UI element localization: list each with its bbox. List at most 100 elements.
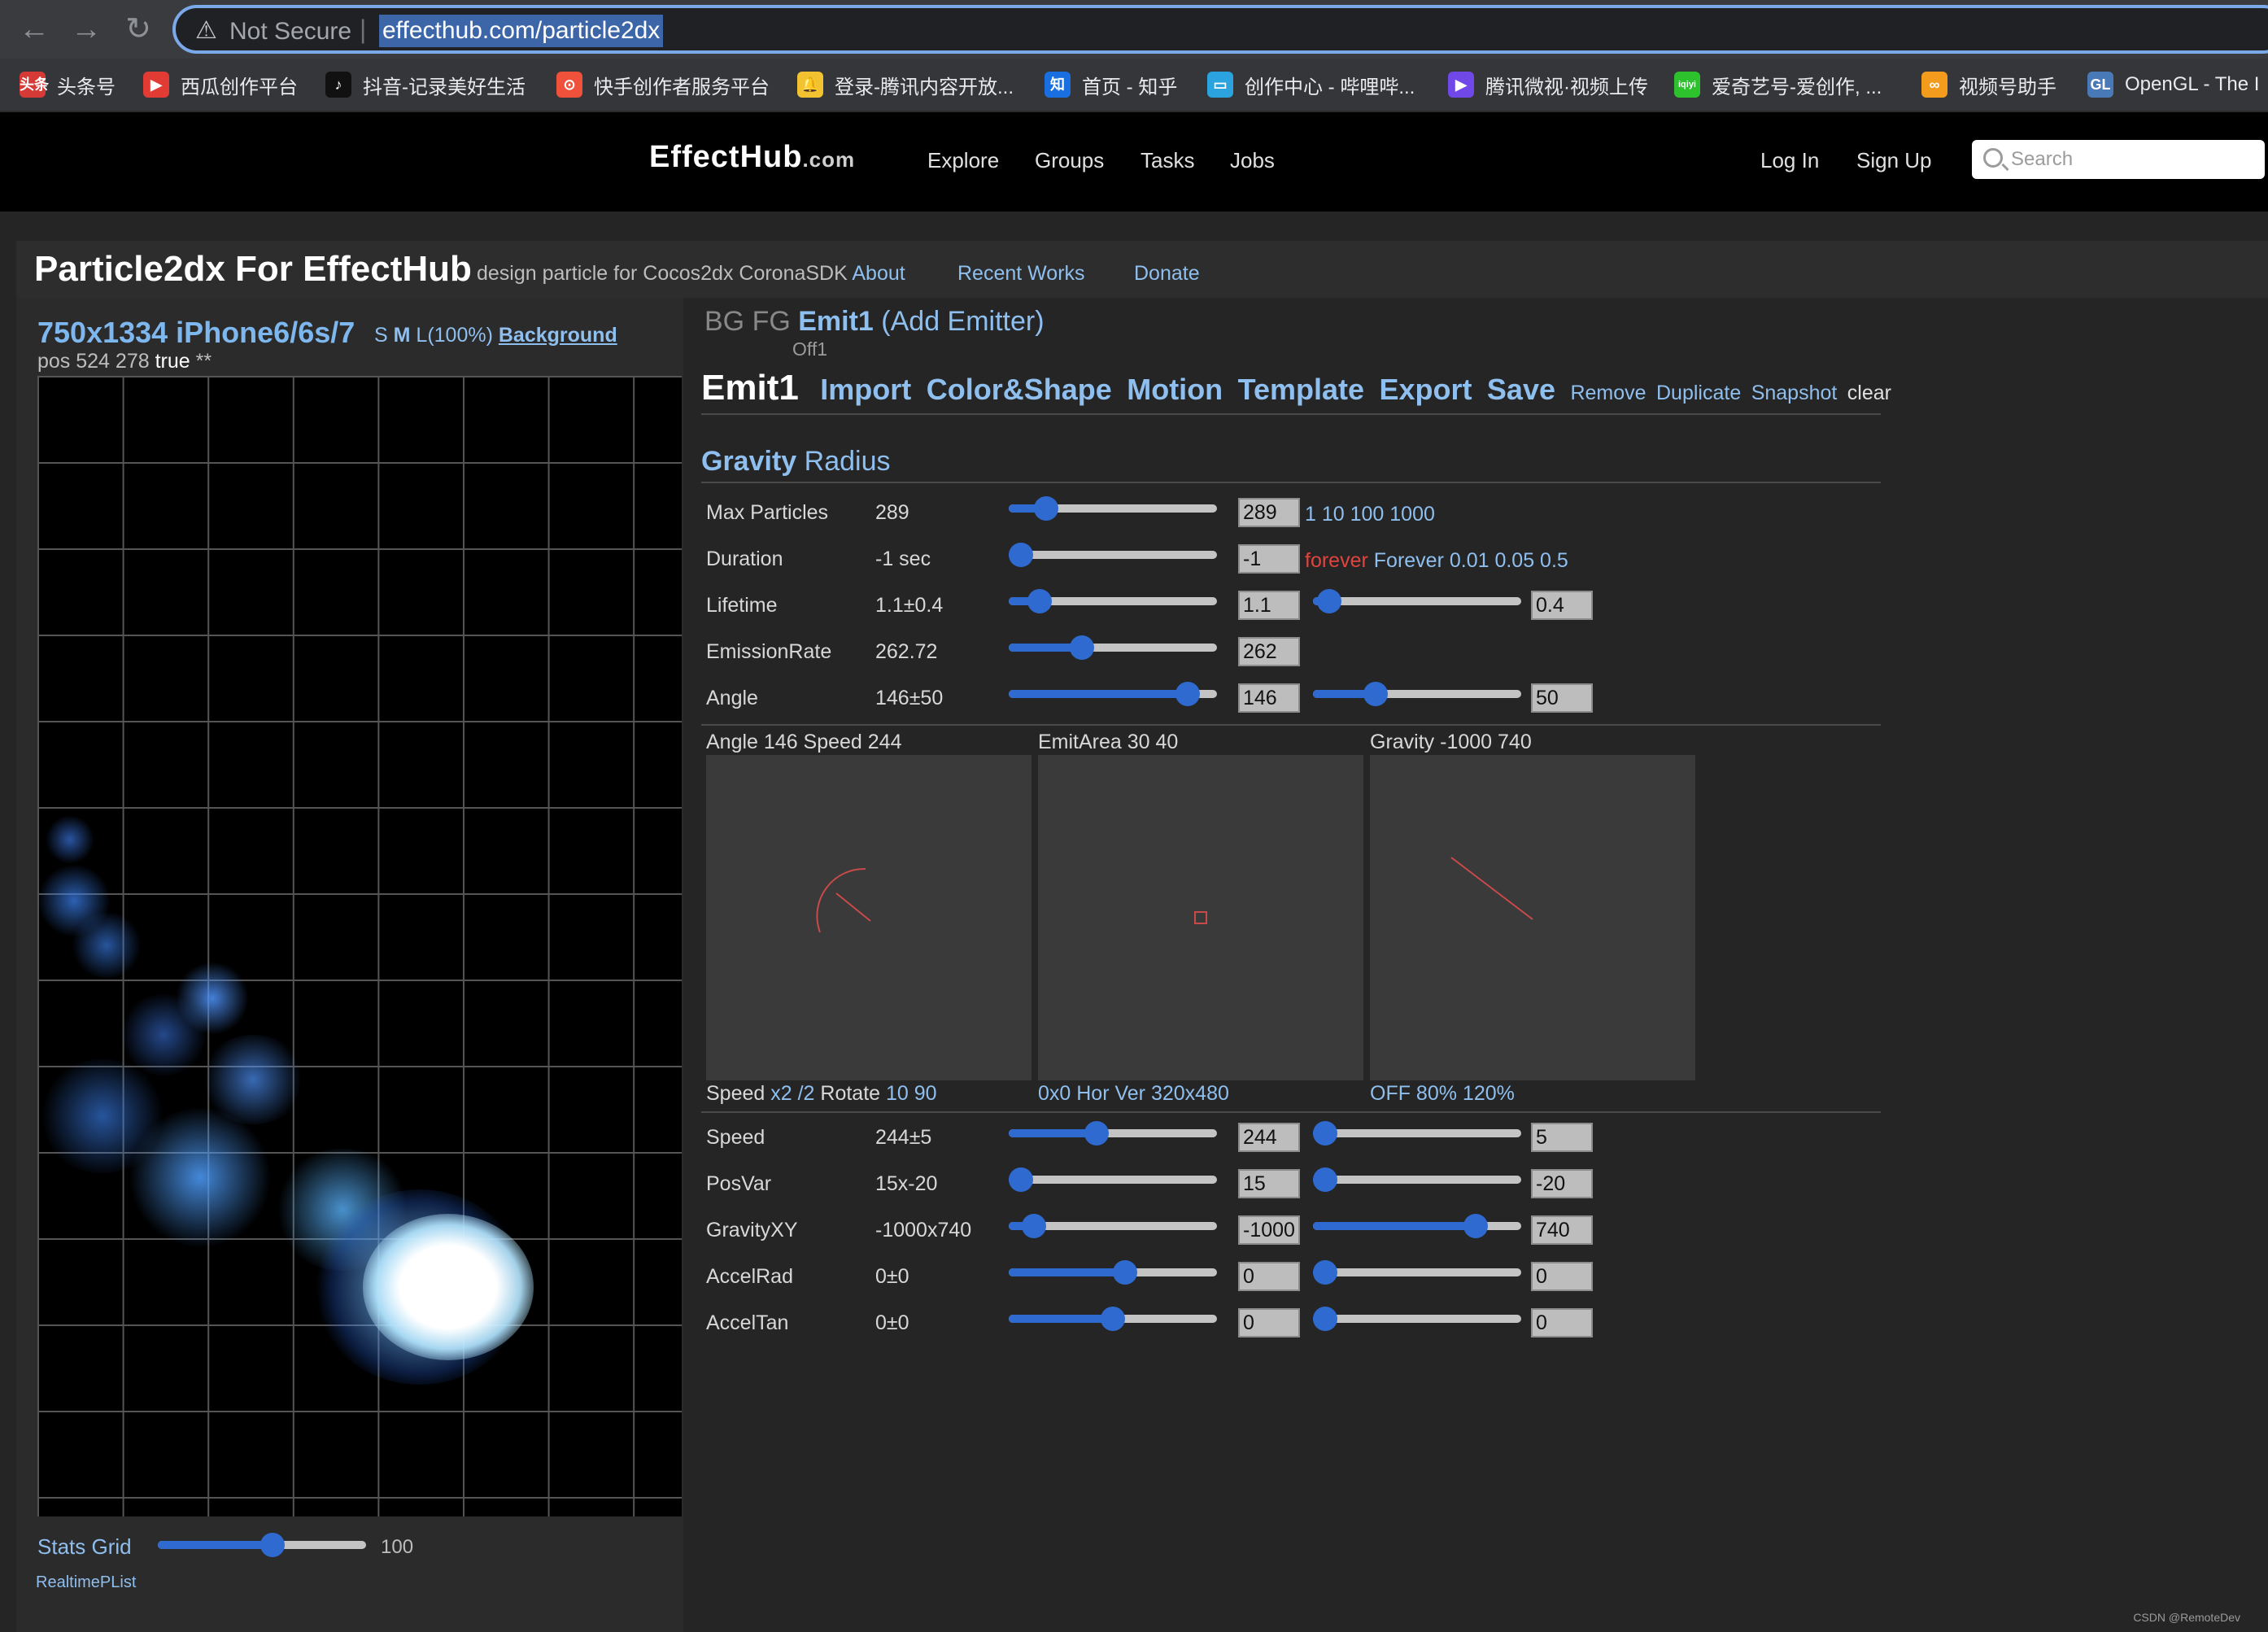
radius-mode-link[interactable]: Radius xyxy=(805,446,891,477)
acceltan-variance-slider[interactable] xyxy=(1313,1307,1521,1331)
size-s-link[interactable]: S xyxy=(374,324,388,347)
slider-knob[interactable] xyxy=(1313,1307,1338,1331)
slider-knob[interactable] xyxy=(1009,1167,1034,1192)
slider-knob[interactable] xyxy=(1317,589,1342,613)
duration-preset-links[interactable]: Forever 0.01 0.05 0.5 xyxy=(1374,549,1568,572)
nav-jobs[interactable]: Jobs xyxy=(1230,148,1275,173)
lifetime-slider[interactable] xyxy=(1009,589,1217,613)
max-particles-preset-links[interactable]: 1 10 100 1000 xyxy=(1305,503,1435,526)
slider-knob[interactable] xyxy=(1313,1167,1338,1192)
nav-groups[interactable]: Groups xyxy=(1035,148,1104,173)
device-size-label[interactable]: 750x1334 iPhone6/6s/7 xyxy=(37,316,355,350)
tab-bg[interactable]: BG xyxy=(704,306,744,337)
speed-slider[interactable] xyxy=(1009,1121,1217,1145)
slider-knob[interactable] xyxy=(1034,496,1059,521)
slider-knob[interactable] xyxy=(1021,1214,1046,1238)
acceltan-slider[interactable] xyxy=(1009,1307,1217,1331)
posvar-variance-input[interactable]: -20 xyxy=(1531,1169,1593,1198)
slider-knob[interactable] xyxy=(1069,635,1094,660)
reload-icon[interactable]: ↻ xyxy=(119,10,158,49)
angle-variance-input[interactable]: 50 xyxy=(1531,683,1593,713)
particle-preview-canvas[interactable] xyxy=(37,376,682,1516)
login-link[interactable]: Log In xyxy=(1760,148,1819,173)
angle-input[interactable]: 146 xyxy=(1238,683,1300,713)
slider-knob[interactable] xyxy=(1101,1307,1125,1331)
emissionrate-slider[interactable] xyxy=(1009,635,1217,660)
url-text[interactable]: effecthub.com/particle2dx xyxy=(379,15,664,47)
bookmark-item[interactable]: ▭ 创作中心 - 哔哩哔... xyxy=(1207,70,1415,99)
speed-variance-input[interactable]: 5 xyxy=(1531,1123,1593,1152)
tab-fg[interactable]: FG xyxy=(752,306,791,337)
gravityxy-variance-slider[interactable] xyxy=(1313,1214,1521,1238)
slider-knob[interactable] xyxy=(1009,543,1033,567)
duration-input[interactable]: -1 xyxy=(1238,544,1300,574)
bookmark-item[interactable]: iqiyi 爱奇艺号-爱创作, ... xyxy=(1674,70,1882,99)
add-emitter-link[interactable]: (Add Emitter) xyxy=(881,306,1044,337)
signup-link[interactable]: Sign Up xyxy=(1856,148,1932,173)
slider-knob[interactable] xyxy=(1113,1260,1138,1285)
clear-link[interactable]: clear xyxy=(1847,382,1891,405)
template-tab[interactable]: Template xyxy=(1238,373,1364,407)
stats-grid-slider[interactable] xyxy=(158,1533,366,1557)
realtime-plist-link[interactable]: RealtimePList xyxy=(36,1573,136,1592)
lifetime-variance-input[interactable]: 0.4 xyxy=(1531,591,1593,620)
bookmark-item[interactable]: GL OpenGL - The I xyxy=(2087,70,2259,99)
rotate-links[interactable]: 10 90 xyxy=(886,1082,937,1105)
snapshot-link[interactable]: Snapshot xyxy=(1751,382,1838,405)
slider-knob[interactable] xyxy=(1363,682,1388,706)
speed-multiplier-links[interactable]: x2 /2 xyxy=(770,1082,814,1105)
max-particles-slider[interactable] xyxy=(1009,496,1217,521)
address-bar[interactable]: ⚠ Not Secure | effecthub.com/particle2dx xyxy=(172,5,2268,54)
effecthub-logo[interactable]: EffectHub.com xyxy=(649,140,855,175)
bookmark-item[interactable]: ♪ 抖音-记录美好生活 xyxy=(325,70,526,99)
posvar-slider[interactable] xyxy=(1009,1167,1217,1192)
posvar-input[interactable]: 15 xyxy=(1238,1169,1300,1198)
slider-knob[interactable] xyxy=(1027,589,1053,613)
back-arrow-icon[interactable]: ← xyxy=(15,10,54,49)
slider-knob[interactable] xyxy=(1313,1121,1338,1145)
speed-input[interactable]: 244 xyxy=(1238,1123,1300,1152)
slider-knob[interactable] xyxy=(260,1533,285,1557)
accelrad-variance-input[interactable]: 0 xyxy=(1531,1262,1593,1291)
tab-emit1[interactable]: Emit1 xyxy=(798,306,874,337)
gravity-presets[interactable]: OFF 80% 120% xyxy=(1370,1082,1515,1105)
slider-knob[interactable] xyxy=(1175,682,1201,706)
accelrad-input[interactable]: 0 xyxy=(1238,1262,1300,1291)
bookmark-item[interactable]: ▶ 腾讯微视·视频上传 xyxy=(1448,70,1648,99)
gravityxy-input[interactable]: -1000 xyxy=(1238,1215,1300,1245)
gravityxy-slider[interactable] xyxy=(1009,1214,1217,1238)
nav-tasks[interactable]: Tasks xyxy=(1141,148,1194,173)
slider-knob[interactable] xyxy=(1084,1121,1109,1145)
search-input[interactable] xyxy=(2011,145,2255,174)
bookmark-item[interactable]: 头条 头条号 xyxy=(20,70,116,99)
color-shape-tab[interactable]: Color&Shape xyxy=(927,373,1112,407)
accelrad-slider[interactable] xyxy=(1009,1260,1217,1285)
posvar-variance-slider[interactable] xyxy=(1313,1167,1521,1192)
forever-preset-link[interactable]: forever xyxy=(1305,549,1368,572)
angle-slider[interactable] xyxy=(1009,682,1217,706)
speed-variance-slider[interactable] xyxy=(1313,1121,1521,1145)
motion-tab[interactable]: Motion xyxy=(1127,373,1223,407)
gravity-mode-link[interactable]: Gravity xyxy=(701,446,796,477)
bookmark-item[interactable]: ⊙ 快手创作者服务平台 xyxy=(556,70,770,99)
slider-knob[interactable] xyxy=(1313,1260,1338,1285)
acceltan-variance-input[interactable]: 0 xyxy=(1531,1308,1593,1337)
duration-slider[interactable] xyxy=(1009,543,1217,567)
angle-speed-pad[interactable] xyxy=(706,755,1032,1080)
donate-link[interactable]: Donate xyxy=(1134,262,1200,286)
export-tab[interactable]: Export xyxy=(1379,373,1472,407)
size-m-link[interactable]: M xyxy=(394,324,411,347)
background-link[interactable]: Background xyxy=(499,324,617,347)
slider-knob[interactable] xyxy=(1463,1214,1488,1238)
nav-explore[interactable]: Explore xyxy=(927,148,999,173)
accelrad-variance-slider[interactable] xyxy=(1313,1260,1521,1285)
remove-link[interactable]: Remove xyxy=(1570,382,1646,405)
import-tab[interactable]: Import xyxy=(820,373,911,407)
lifetime-input[interactable]: 1.1 xyxy=(1238,591,1300,620)
bookmark-item[interactable]: ▶ 西瓜创作平台 xyxy=(143,70,298,99)
save-tab[interactable]: Save xyxy=(1487,373,1555,407)
emit-area-pad[interactable] xyxy=(1038,755,1363,1080)
emitter-off-toggle[interactable]: Off1 xyxy=(792,338,827,360)
recent-works-link[interactable]: Recent Works xyxy=(957,262,1085,286)
bookmark-item[interactable]: 知首页 - 知乎 xyxy=(1045,70,1177,99)
